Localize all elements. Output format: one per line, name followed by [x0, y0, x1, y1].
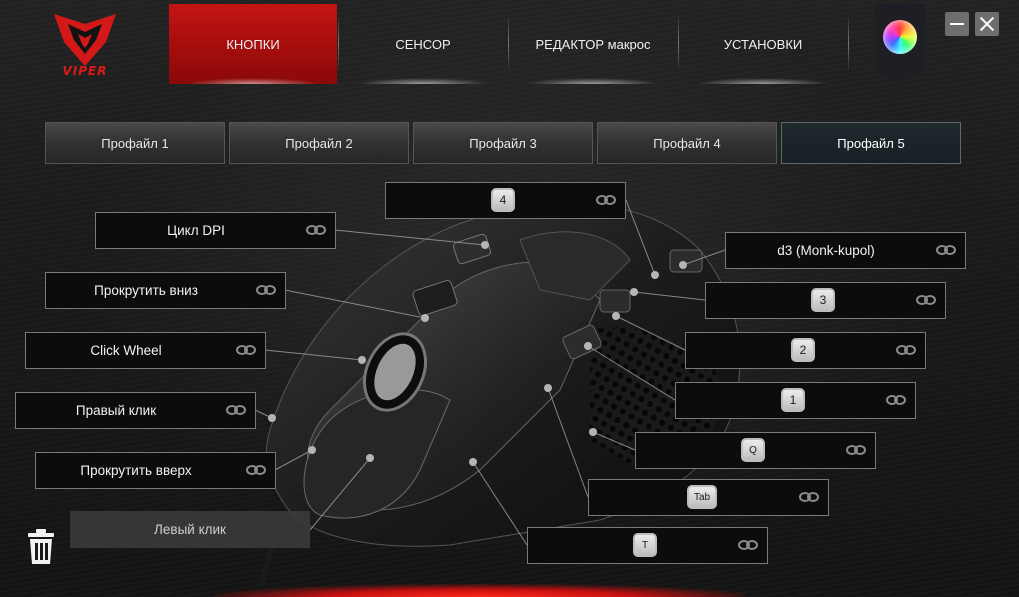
- key-cap: 3: [811, 288, 835, 312]
- key-cap: T: [633, 533, 657, 557]
- link-icon[interactable]: [737, 539, 759, 551]
- profile-tab-2[interactable]: Профайл 2: [229, 122, 409, 164]
- tab-glow: [185, 78, 321, 84]
- assign-dpi-cycle[interactable]: Цикл DPI: [95, 212, 336, 249]
- key-cap: 2: [791, 338, 815, 362]
- link-icon[interactable]: [885, 394, 907, 406]
- link-icon[interactable]: [935, 244, 957, 256]
- app-window: VIPER КНОПКИ СЕНСОР РЕДАКТОР макрос УСТА…: [0, 0, 1019, 597]
- link-icon[interactable]: [798, 491, 820, 503]
- tab-label: УСТАНОВКИ: [723, 36, 803, 52]
- tab-divider: [848, 14, 849, 72]
- trash-icon[interactable]: [26, 528, 56, 566]
- profile-tab-1[interactable]: Профайл 1: [45, 122, 225, 164]
- bottom-accent-glow: [215, 584, 745, 597]
- color-wheel-icon[interactable]: [883, 20, 917, 54]
- assign-label: Click Wheel: [90, 343, 162, 358]
- tab-label: КНОПКИ: [226, 36, 280, 52]
- assign-side-q[interactable]: Q: [635, 432, 876, 469]
- assign-side-1[interactable]: 1: [675, 382, 916, 419]
- link-icon[interactable]: [305, 224, 327, 236]
- assign-scroll-down[interactable]: Прокрутить вниз: [45, 272, 286, 309]
- link-icon[interactable]: [255, 284, 277, 296]
- assign-side-tab[interactable]: Tab: [588, 479, 829, 516]
- assign-side-t[interactable]: T: [527, 527, 768, 564]
- profile-tab-3[interactable]: Профайл 3: [413, 122, 593, 164]
- assign-side-3[interactable]: 3: [705, 282, 946, 319]
- link-icon[interactable]: [915, 294, 937, 306]
- assign-scroll-up[interactable]: Прокрутить вверх: [35, 452, 276, 489]
- tab-glow: [355, 78, 491, 84]
- link-icon[interactable]: [895, 344, 917, 356]
- profile-tab-4[interactable]: Профайл 4: [597, 122, 777, 164]
- assign-label: Правый клик: [75, 403, 157, 418]
- key-cap: 4: [491, 188, 515, 212]
- key-cap: 1: [781, 388, 805, 412]
- tab-glow: [695, 78, 831, 84]
- assign-side-d3[interactable]: d3 (Monk-kupol): [725, 232, 966, 269]
- assign-side-2[interactable]: 2: [685, 332, 926, 369]
- tab-label: СЕНСОР: [395, 36, 451, 52]
- logo-text: VIPER: [62, 64, 108, 78]
- link-icon[interactable]: [235, 344, 257, 356]
- link-icon[interactable]: [595, 194, 617, 206]
- minimize-button[interactable]: [945, 12, 969, 36]
- tab-glow: [525, 78, 661, 84]
- tab-settings[interactable]: УСТАНОВКИ: [679, 4, 847, 84]
- tab-sensor[interactable]: СЕНСОР: [339, 4, 507, 84]
- key-cap: Q: [741, 438, 765, 462]
- assign-right-click[interactable]: Правый клик: [15, 392, 256, 429]
- close-button[interactable]: [975, 12, 999, 36]
- assign-left-click[interactable]: Левый клик: [70, 511, 310, 548]
- assign-label: d3 (Monk-kupol): [777, 243, 875, 258]
- link-icon[interactable]: [845, 444, 867, 456]
- link-icon[interactable]: [245, 464, 267, 476]
- assign-label: Прокрутить вверх: [80, 463, 192, 478]
- assign-label: Цикл DPI: [167, 223, 225, 238]
- link-icon[interactable]: [225, 404, 247, 416]
- assign-click-wheel[interactable]: Click Wheel: [25, 332, 266, 369]
- key-cap: Tab: [687, 485, 718, 509]
- tab-label: РЕДАКТОР макрос: [535, 36, 651, 52]
- tab-buttons[interactable]: КНОПКИ: [169, 4, 337, 84]
- tab-macro-editor[interactable]: РЕДАКТОР макрос: [509, 4, 677, 84]
- assign-button-top[interactable]: 4: [385, 182, 626, 219]
- profile-tab-5[interactable]: Профайл 5: [781, 122, 961, 164]
- assign-label: Прокрутить вниз: [94, 283, 198, 298]
